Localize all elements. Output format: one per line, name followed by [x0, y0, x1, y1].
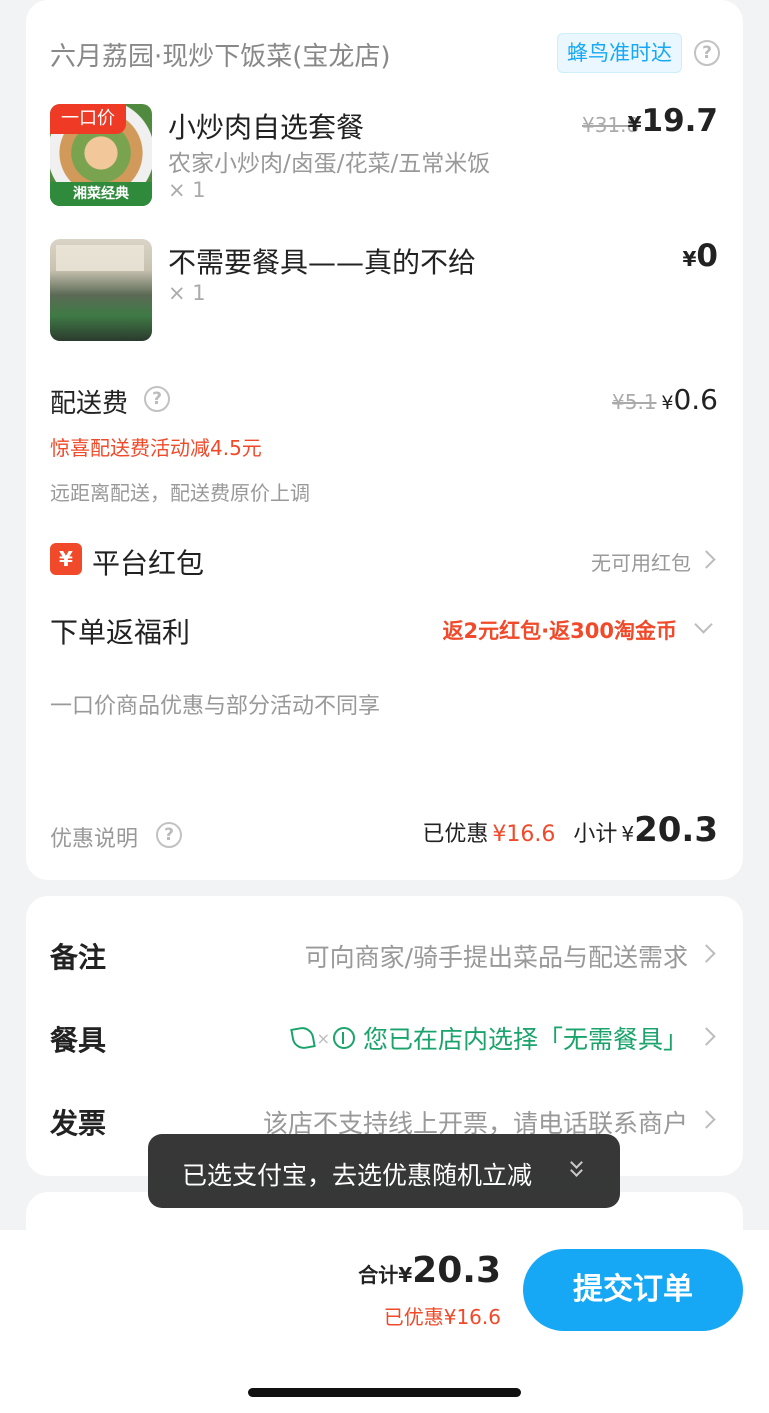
- payment-toast[interactable]: 已选支付宝，去选优惠随机立减: [148, 1134, 620, 1208]
- total-value: 20.3: [412, 1250, 501, 1291]
- rewards-row[interactable]: 下单返福利 返2元红包·返300淘金币: [26, 605, 743, 655]
- item-image: [50, 239, 152, 341]
- currency-symbol: ¥: [621, 822, 635, 846]
- delivery-badge: 蜂鸟准时达: [557, 33, 682, 73]
- delivery-fee-label: 配送费: [50, 389, 129, 419]
- total-line: 合计¥20.3: [358, 1250, 501, 1291]
- leaf-icon: [289, 1025, 316, 1051]
- delivery-fee-price: ¥0.6: [661, 383, 718, 416]
- delivery-fee-original: ¥5.1: [612, 390, 657, 414]
- chevron-right-icon: [697, 1110, 716, 1129]
- order-card: 六月荔园·现炒下饭菜(宝龙店) 蜂鸟准时达 ? 一口价 湘菜经典 小炒肉自选套餐…: [26, 0, 743, 880]
- total-label: 合计: [358, 1263, 399, 1287]
- discount-help-icon[interactable]: ?: [156, 822, 182, 848]
- item-qty: × 1: [168, 178, 206, 202]
- delivery-fee-promo: 惊喜配送费活动减4.5元: [50, 436, 262, 460]
- item-image: 一口价 湘菜经典: [50, 104, 152, 206]
- rewards-value: 返2元红包·返300淘金币: [442, 619, 677, 643]
- rewards-label: 下单返福利: [50, 616, 191, 649]
- chevron-down-icon: [694, 615, 713, 634]
- saved-value: ¥16.6: [492, 822, 556, 847]
- subtotal-label: 小计: [573, 822, 618, 847]
- utensils-label: 餐具: [50, 1024, 107, 1057]
- subtotal-value: 20.3: [634, 810, 718, 850]
- delivery-fee-help-icon[interactable]: ?: [144, 386, 170, 412]
- currency-symbol: ¥: [627, 112, 642, 136]
- footer-saved: 已优惠¥16.6: [383, 1305, 501, 1329]
- image-caption: 湘菜经典: [50, 182, 152, 206]
- item-name: 小炒肉自选套餐: [168, 111, 365, 144]
- currency-symbol: ¥: [661, 392, 674, 414]
- utensils-x: ×: [316, 1028, 330, 1048]
- utensils-value: 您已在店内选择「无需餐具」: [362, 1025, 688, 1054]
- discount-notice: 一口价商品优惠与部分活动不同享: [50, 694, 381, 719]
- remark-value: 可向商家/骑手提出菜品与配送需求: [304, 943, 688, 972]
- home-indicator: [248, 1388, 521, 1397]
- toast-text: 已选支付宝，去选优惠随机立减: [182, 1161, 533, 1190]
- discount-explain-label[interactable]: 优惠说明: [50, 821, 138, 853]
- currency-symbol: ¥: [398, 1263, 413, 1287]
- shop-name[interactable]: 六月荔园·现炒下饭菜(宝龙店): [50, 36, 391, 73]
- checkout-bar: 合计¥20.3 已优惠¥16.6 提交订单: [0, 1230, 769, 1413]
- utensils-value-wrap: × 您已在店内选择「无需餐具」: [289, 1020, 688, 1056]
- delivery-help-icon[interactable]: ?: [694, 40, 720, 66]
- saved-label: 已优惠: [422, 822, 489, 847]
- chevron-right-icon: [697, 944, 716, 963]
- delivery-fee-note: 远距离配送，配送费原价上调: [50, 481, 310, 505]
- item-price: ¥19.7: [627, 103, 718, 139]
- red-packet-row[interactable]: ¥ 平台红包 无可用红包: [26, 535, 743, 585]
- invoice-label: 发票: [50, 1107, 107, 1140]
- red-packet-icon: ¥: [50, 543, 82, 575]
- chevron-right-icon: [697, 550, 716, 569]
- red-packet-value: 无可用红包: [591, 551, 691, 575]
- summary-totals: 已优惠 ¥16.6 小计 ¥20.3: [422, 810, 718, 850]
- remark-row[interactable]: 备注 可向商家/骑手提出菜品与配送需求: [26, 932, 743, 976]
- price-tag: 一口价: [50, 104, 126, 134]
- remark-label: 备注: [50, 941, 107, 974]
- eco-tree-icon: [332, 1027, 355, 1049]
- red-packet-label: 平台红包: [92, 547, 205, 580]
- chevron-right-icon: [697, 1027, 716, 1046]
- item-qty: × 1: [168, 281, 206, 305]
- item-desc: 农家小炒肉/卤蛋/花菜/五常米饭: [168, 151, 491, 177]
- double-chevron-down-icon: [569, 1156, 585, 1184]
- submit-order-button[interactable]: 提交订单: [523, 1249, 743, 1331]
- currency-symbol: ¥: [682, 247, 697, 271]
- item-name: 不需要餐具——真的不给: [168, 246, 477, 279]
- item-price: ¥0: [682, 238, 719, 274]
- utensils-row[interactable]: 餐具 × 您已在店内选择「无需餐具」: [26, 1015, 743, 1059]
